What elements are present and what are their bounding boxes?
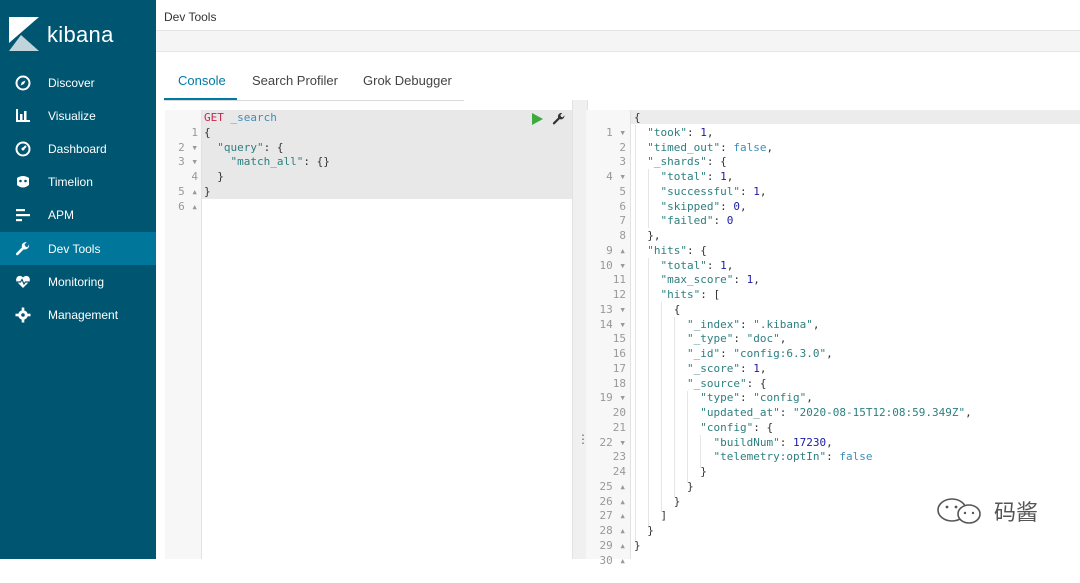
wechat-icon: [937, 498, 981, 524]
line-number: 23: [612, 450, 626, 464]
sidebar-item-label: Dashboard: [48, 141, 107, 156]
line-number: 9 ▴: [606, 243, 626, 257]
line-number: 6 ▴: [178, 199, 198, 213]
line-number: 10 ▾: [599, 258, 627, 272]
breadcrumb-bar: [156, 31, 1080, 52]
apm-icon: [13, 205, 33, 225]
line-number: 16: [612, 347, 626, 360]
sidebar: kibana Discover Visualize Dashboard Time…: [0, 0, 156, 559]
active-tab-indicator: [164, 98, 237, 100]
dashboard-icon: [13, 139, 33, 159]
brand-name[interactable]: kibana: [47, 22, 114, 48]
wrench-icon: [13, 239, 33, 259]
line-number: 6: [619, 199, 626, 213]
gear-icon: [13, 305, 33, 325]
line-number: 7: [619, 214, 626, 228]
line-number: 27 ▴: [599, 509, 627, 523]
line-number: 1: [191, 125, 198, 139]
request-method: GET: [204, 111, 224, 124]
request-line: GET _search: [204, 111, 330, 126]
line-number: 5: [619, 184, 626, 198]
line-number: 18: [612, 376, 626, 390]
response-line-numbers: 1 ▾ 2 3 4 ▾ 5 6 7 8 9 ▴ 10 ▾ 11 12 13 ▾ 14 ▾ 15 16 17 18 1…: [590, 111, 627, 583]
kibana-logo-icon[interactable]: [9, 17, 39, 53]
timelion-icon: [13, 172, 33, 192]
watermark-text: 码酱: [994, 500, 1039, 525]
sidebar-item-apm[interactable]: APM: [0, 198, 156, 231]
line-number: 4 ▾: [606, 170, 626, 183]
line-number: 26 ▴: [599, 494, 627, 508]
line-number: 3 ▾: [178, 155, 198, 169]
line-number: 20: [612, 406, 626, 419]
line-number: 13 ▾: [599, 302, 627, 316]
line-number: 22 ▾: [599, 435, 627, 449]
line-number: 5 ▴: [178, 184, 198, 198]
line-number: 30 ▴: [599, 553, 627, 567]
tab-search-profiler[interactable]: Search Profiler: [252, 73, 338, 88]
line-number: 1 ▾: [606, 125, 626, 139]
bar-chart-icon: [13, 106, 33, 126]
sidebar-item-visualize[interactable]: Visualize: [0, 99, 156, 132]
tabs-divider: [164, 100, 464, 101]
page-title: Dev Tools: [164, 10, 217, 24]
request-path: _search: [223, 111, 277, 124]
sidebar-item-dashboard[interactable]: Dashboard: [0, 132, 156, 165]
sidebar-item-monitoring[interactable]: Monitoring: [0, 265, 156, 298]
sidebar-item-timelion[interactable]: Timelion: [0, 165, 156, 198]
wrench-icon[interactable]: [552, 112, 566, 126]
sidebar-item-dev-tools[interactable]: Dev Tools: [0, 232, 156, 265]
line-number: 2 ▾: [178, 140, 198, 154]
sidebar-item-label: Visualize: [48, 108, 96, 123]
sidebar-item-label: Timelion: [48, 174, 93, 189]
line-number: 21: [612, 420, 626, 434]
tab-grok-debugger[interactable]: Grok Debugger: [363, 73, 452, 88]
line-number: 4: [191, 170, 198, 184]
heartbeat-icon: [13, 272, 33, 292]
line-number: 12: [612, 288, 626, 301]
line-number: 28 ▴: [599, 524, 627, 537]
sidebar-item-label: Dev Tools: [48, 241, 101, 256]
play-icon[interactable]: [531, 113, 543, 125]
tab-console[interactable]: Console: [178, 73, 226, 88]
sidebar-item-label: Discover: [48, 75, 95, 90]
watermark: 码酱: [936, 495, 1038, 527]
line-number: 17: [612, 361, 626, 375]
line-number: 24: [612, 465, 626, 478]
line-number: 3: [619, 155, 626, 169]
line-number: 25 ▴: [599, 479, 627, 493]
sidebar-item-label: Monitoring: [48, 274, 105, 289]
sidebar-item-label: APM: [48, 207, 75, 222]
sidebar-item-management[interactable]: Management: [0, 298, 156, 331]
line-number: 19 ▾: [599, 391, 627, 405]
line-number: 14 ▾: [599, 317, 627, 331]
request-line-numbers: 12 ▾ 3 ▾ 4 5 ▴ 6 ▴: [168, 111, 198, 229]
line-number: 11: [612, 273, 626, 287]
line-number: 2: [619, 140, 626, 154]
line-number: 8: [619, 229, 626, 242]
request-code[interactable]: GET _search{ "query": { "match_all": {} …: [204, 111, 330, 200]
sidebar-item-discover[interactable]: Discover: [0, 66, 156, 99]
line-number: 15: [612, 332, 626, 346]
line-number: 29 ▴: [599, 538, 627, 552]
response-code[interactable]: { "took": 1, "timed_out": false, "_shard…: [634, 111, 972, 554]
compass-icon: [13, 73, 33, 93]
sidebar-item-label: Management: [48, 307, 119, 322]
